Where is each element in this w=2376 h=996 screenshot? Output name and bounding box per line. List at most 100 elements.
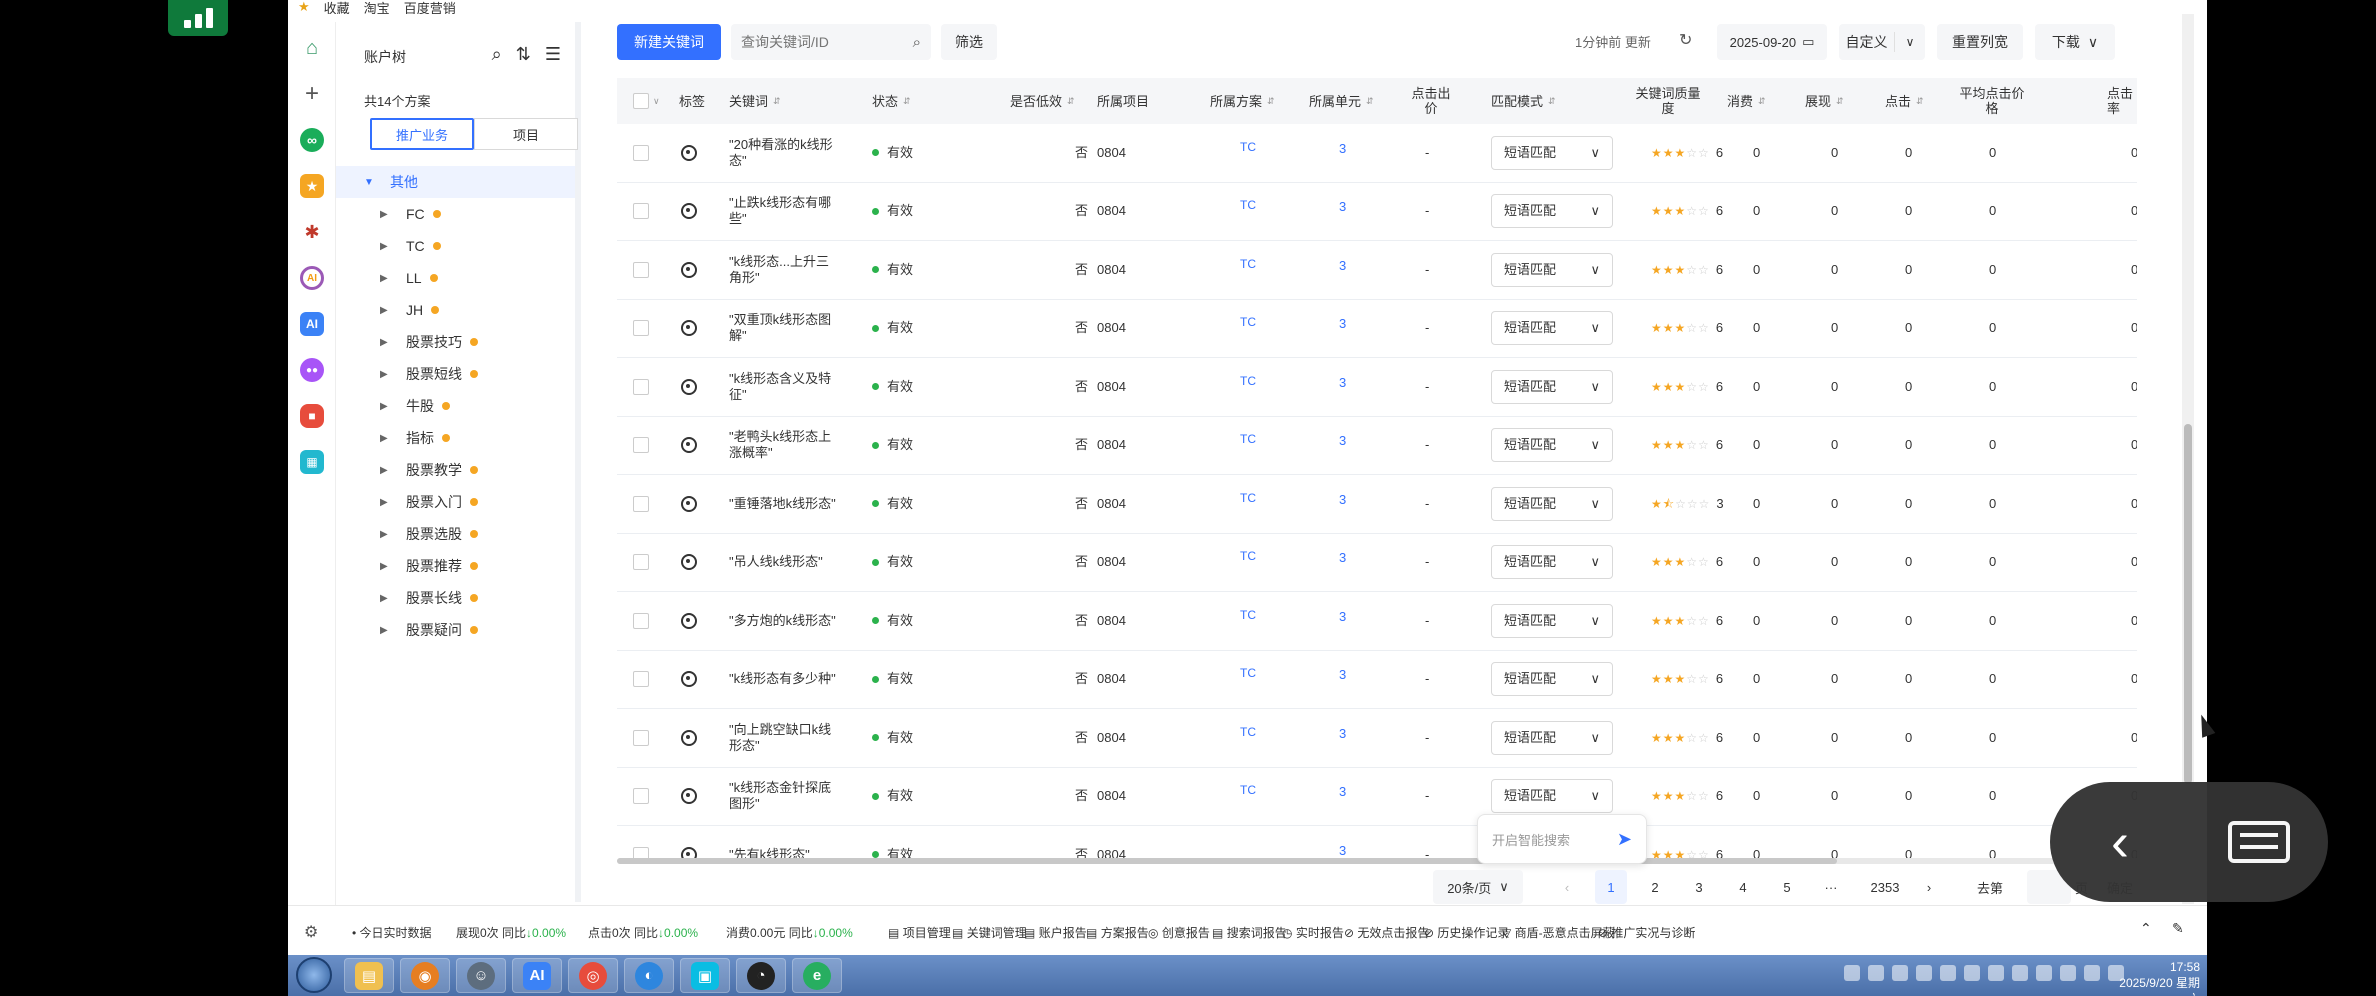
chart-app-icon[interactable] (168, 0, 228, 36)
apps-icon[interactable]: ▦ (300, 450, 324, 474)
status-link[interactable]: ⊘ 推广实况与诊断 (1598, 924, 1695, 941)
col-keyword[interactable]: 关键词 ⇵ (729, 78, 781, 124)
row-checkbox[interactable] (633, 592, 649, 650)
match-mode-select[interactable]: 短语匹配∨ (1491, 358, 1613, 416)
match-mode-select[interactable]: 短语匹配∨ (1491, 475, 1613, 533)
tag-icon[interactable] (681, 651, 697, 709)
refresh-icon[interactable]: ↻ (1679, 30, 1692, 50)
tree-node[interactable]: ▶ 股票技巧 (336, 326, 575, 358)
unit-link[interactable]: 3 (1339, 647, 1346, 705)
tree-node[interactable]: ▶ 股票选股 (336, 518, 575, 550)
page-last[interactable]: 2353 (1863, 870, 1907, 904)
row-checkbox[interactable] (633, 768, 649, 826)
next-page-icon[interactable]: › (1913, 870, 1945, 904)
ai-chat-icon[interactable]: AI (300, 266, 324, 290)
plan-link[interactable]: TC (1240, 352, 1256, 410)
vertical-scrollbar[interactable] (2182, 14, 2194, 904)
plan-link[interactable]: TC (1240, 762, 1256, 820)
smart-search-box[interactable]: 开启智能搜索 ➤ (1477, 814, 1647, 864)
unit-link[interactable]: 3 (1339, 179, 1346, 237)
status-link[interactable]: ◷ 实时报告 (1282, 924, 1344, 941)
gear-icon[interactable]: ⚙ (304, 922, 318, 942)
tree-node[interactable]: ▶ 指标 (336, 422, 575, 454)
plan-link[interactable]: TC (1240, 645, 1256, 703)
bid-cell[interactable]: - (1425, 358, 1429, 416)
browser-icon[interactable]: ◉ (400, 958, 450, 993)
network-icon[interactable]: ✱ (300, 220, 324, 244)
list-menu-icon[interactable]: ☰ (545, 44, 561, 65)
bid-cell[interactable]: - (1425, 475, 1429, 533)
favorite-item[interactable]: 收藏 (324, 0, 350, 15)
unit-link[interactable]: 3 (1339, 764, 1346, 822)
home-icon[interactable]: ⌂ (300, 36, 324, 60)
tab-business[interactable]: 推广业务 (370, 118, 474, 150)
col-clicks[interactable]: 点击 ⇵ (1885, 78, 1924, 124)
bid-cell[interactable]: - (1425, 241, 1429, 299)
unit-link[interactable]: 3 (1339, 237, 1346, 295)
download-button[interactable]: 下载 ∨ (2035, 24, 2115, 60)
user-app-icon[interactable]: ☺ (456, 958, 506, 993)
plan-link[interactable]: TC (1240, 235, 1256, 293)
keyword-text[interactable]: "20种看涨的k线形态" (729, 124, 841, 182)
tag-icon[interactable] (681, 300, 697, 358)
status-link[interactable]: ⊘ 历史操作记录 (1424, 924, 1509, 941)
row-checkbox[interactable] (633, 709, 649, 767)
page-4[interactable]: 4 (1727, 870, 1759, 904)
tree-node[interactable]: ▶ TC (336, 230, 575, 262)
bot-icon[interactable]: ●● (300, 358, 324, 382)
unit-link[interactable]: 3 (1339, 705, 1346, 763)
bid-cell[interactable]: - (1425, 709, 1429, 767)
plan-link[interactable]: TC (1240, 469, 1256, 527)
chevron-down-icon[interactable]: ∨ (1895, 35, 1925, 49)
row-checkbox[interactable] (633, 241, 649, 299)
tree-node[interactable]: ▶ 股票疑问 (336, 614, 575, 646)
chrome-icon[interactable]: ◎ (568, 958, 618, 993)
keyword-text[interactable]: "重锤落地k线形态" (729, 475, 841, 533)
plan-link[interactable]: TC (1240, 118, 1256, 176)
bid-cell[interactable]: - (1425, 183, 1429, 241)
col-bid[interactable]: 点击出价 (1411, 78, 1451, 124)
match-mode-select[interactable]: 短语匹配∨ (1491, 183, 1613, 241)
page-ellipsis[interactable]: ··· (1815, 870, 1847, 904)
col-spend[interactable]: 消费 ⇵ (1727, 78, 1766, 124)
tag-icon[interactable] (681, 475, 697, 533)
keyword-text[interactable]: "吊人线k线形态" (729, 534, 841, 592)
start-button[interactable] (296, 957, 332, 993)
keyword-text[interactable]: "老鸭头k线形态上涨概率" (729, 417, 841, 475)
match-mode-select[interactable]: 短语匹配∨ (1491, 651, 1613, 709)
bid-cell[interactable]: - (1425, 768, 1429, 826)
col-status[interactable]: 状态 ⇵ (872, 78, 911, 124)
status-link[interactable]: ▤ 搜索词报告 (1212, 924, 1287, 941)
col-impressions[interactable]: 展现 ⇵ (1805, 78, 1844, 124)
collapse-up-icon[interactable]: ⌃ (2140, 920, 2152, 937)
search-icon[interactable]: ⌕ (492, 44, 502, 65)
tree-node[interactable]: ▶ 股票短线 (336, 358, 575, 390)
keyword-text[interactable]: "k线形态金针探底图形" (729, 768, 841, 826)
plan-link[interactable]: TC (1240, 528, 1256, 586)
row-checkbox[interactable] (633, 124, 649, 182)
keyword-text[interactable]: "k线形态有多少种" (729, 651, 841, 709)
status-link[interactable]: ◎ 创意报告 (1148, 924, 1210, 941)
plan-link[interactable]: TC (1240, 177, 1256, 235)
col-unit[interactable]: 所属单元 ⇵ (1309, 78, 1374, 124)
horizontal-scrollbar[interactable] (617, 858, 2137, 864)
tree-node[interactable]: ▶ 股票推荐 (336, 550, 575, 582)
bid-cell[interactable]: - (1425, 592, 1429, 650)
page-1[interactable]: 1 (1595, 870, 1627, 904)
match-mode-select[interactable]: 短语匹配∨ (1491, 241, 1613, 299)
keyword-text[interactable]: "先有k线形态" (729, 826, 841, 858)
favorite-item[interactable]: 百度营销 (404, 0, 456, 15)
tag-icon[interactable] (681, 417, 697, 475)
tree-node[interactable]: ▶ LL (336, 262, 575, 294)
app-launcher-icon[interactable]: ▣ (680, 958, 730, 993)
tree-node[interactable]: ▶ 股票教学 (336, 454, 575, 486)
unit-link[interactable]: 3 (1339, 354, 1346, 412)
tree-node[interactable]: ▶ JH (336, 294, 575, 326)
tag-icon[interactable] (681, 183, 697, 241)
taskbar-clock[interactable]: 17:58 2025/9/20 星期六 (2114, 959, 2200, 996)
unit-link[interactable]: 3 (1339, 822, 1346, 858)
search-icon[interactable]: ⌕ (913, 34, 921, 51)
custom-columns-button[interactable]: 自定义 ∨ (1839, 24, 1925, 60)
status-link[interactable]: ⊘ 无效点击报告 (1344, 924, 1429, 941)
match-mode-select[interactable]: 短语匹配∨ (1491, 124, 1613, 182)
